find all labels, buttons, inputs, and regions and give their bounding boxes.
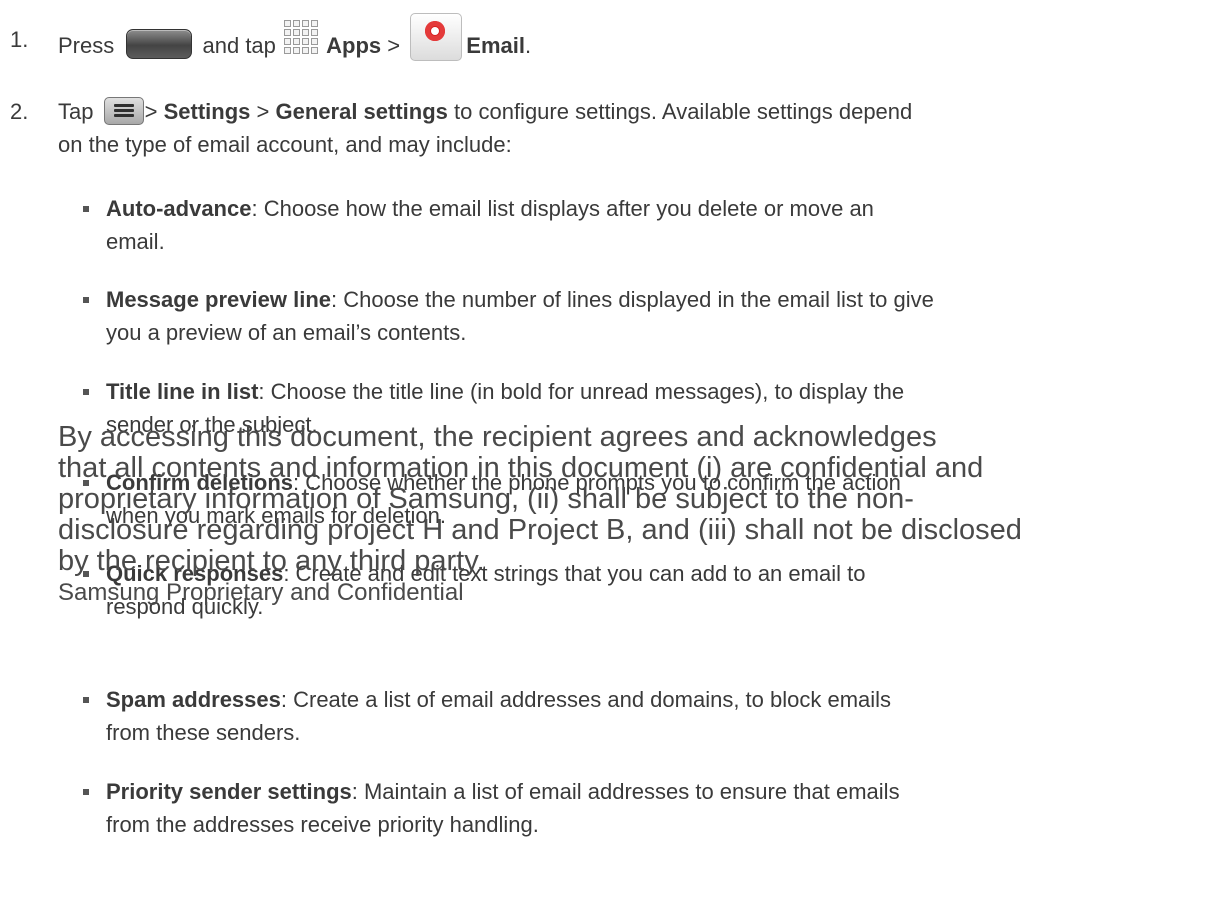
bullet-icon <box>83 297 89 303</box>
list-item-desc-line2: you a preview of an email’s contents. <box>106 320 467 345</box>
bullet-icon <box>83 389 89 395</box>
menu-key-icon <box>103 97 144 126</box>
step-text: Press and tap Apps > Email. <box>58 13 1210 71</box>
watermark-line-2: that all contents and information in thi… <box>58 452 984 484</box>
settings-label: Settings <box>163 99 251 124</box>
list-item-text: Priority sender settings: Maintain a lis… <box>106 775 1201 841</box>
document-page: 1. Press and tap Apps > Email. 2. Tap > … <box>0 0 1219 897</box>
list-item-desc: : Create a list of email addresses and d… <box>280 687 892 712</box>
step-number: 2. <box>10 99 29 124</box>
separator: > <box>387 32 401 58</box>
home-key-icon <box>126 29 193 59</box>
bullet-icon <box>83 789 89 795</box>
list-item-term: Auto-advance <box>106 196 252 221</box>
list-item-term: Spam addresses <box>106 687 281 712</box>
step-2-line-2: on the type of email account, and may in… <box>58 132 512 157</box>
list-item-term: Message preview line <box>106 287 331 312</box>
list-item-desc: : Choose the title line (in bold for unr… <box>258 379 905 404</box>
apps-grid-icon <box>284 20 319 54</box>
separator: > <box>256 99 270 124</box>
general-settings-label: General settings <box>275 99 448 124</box>
email-app-icon <box>410 13 463 61</box>
watermark-line-1: By accessing this document, the recipien… <box>58 421 937 453</box>
watermark-footer: Samsung Proprietary and Confidential <box>58 579 464 606</box>
confidentiality-watermark: By accessing this document, the recipien… <box>58 422 1058 608</box>
list-item-term: Priority sender settings <box>106 779 352 804</box>
step-2-line-1-rest: to configure settings. Available setting… <box>454 99 913 124</box>
list-item-text: Spam addresses: Create a list of email a… <box>106 683 1201 749</box>
step-text: Tap > Settings > General settings to con… <box>58 95 1210 161</box>
watermark-line-3: proprietary information of Samsung, (ii)… <box>58 483 914 515</box>
list-item-desc: : Maintain a list of email addresses to … <box>351 779 900 804</box>
list-item-term: Title line in list <box>106 379 259 404</box>
list-item-desc-line2: from the addresses receive priority hand… <box>106 812 539 837</box>
watermark-line-4: disclosure regarding project H and Proje… <box>58 514 1022 546</box>
text-tap: Tap <box>58 99 94 124</box>
email-label: Email <box>466 32 525 58</box>
list-item-desc-line2: email. <box>106 229 165 254</box>
list-item-desc: : Choose the number of lines displayed i… <box>331 287 934 312</box>
text-and-tap: and tap <box>202 32 276 58</box>
watermark-line-5: by the recipient to any third party. <box>58 545 485 577</box>
list-item-desc-line2: from these senders. <box>106 720 301 745</box>
period: . <box>524 32 532 58</box>
separator: > <box>144 99 158 124</box>
bullet-icon <box>83 206 89 212</box>
list-item-text: Message preview line: Choose the number … <box>106 283 1201 349</box>
text-press: Press <box>58 32 115 58</box>
list-item-desc: : Choose how the email list displays aft… <box>251 196 874 221</box>
list-item-text: Auto-advance: Choose how the email list … <box>106 192 1201 258</box>
bullet-icon <box>83 697 89 703</box>
step-number: 1. <box>10 27 29 52</box>
apps-label: Apps <box>326 32 382 58</box>
